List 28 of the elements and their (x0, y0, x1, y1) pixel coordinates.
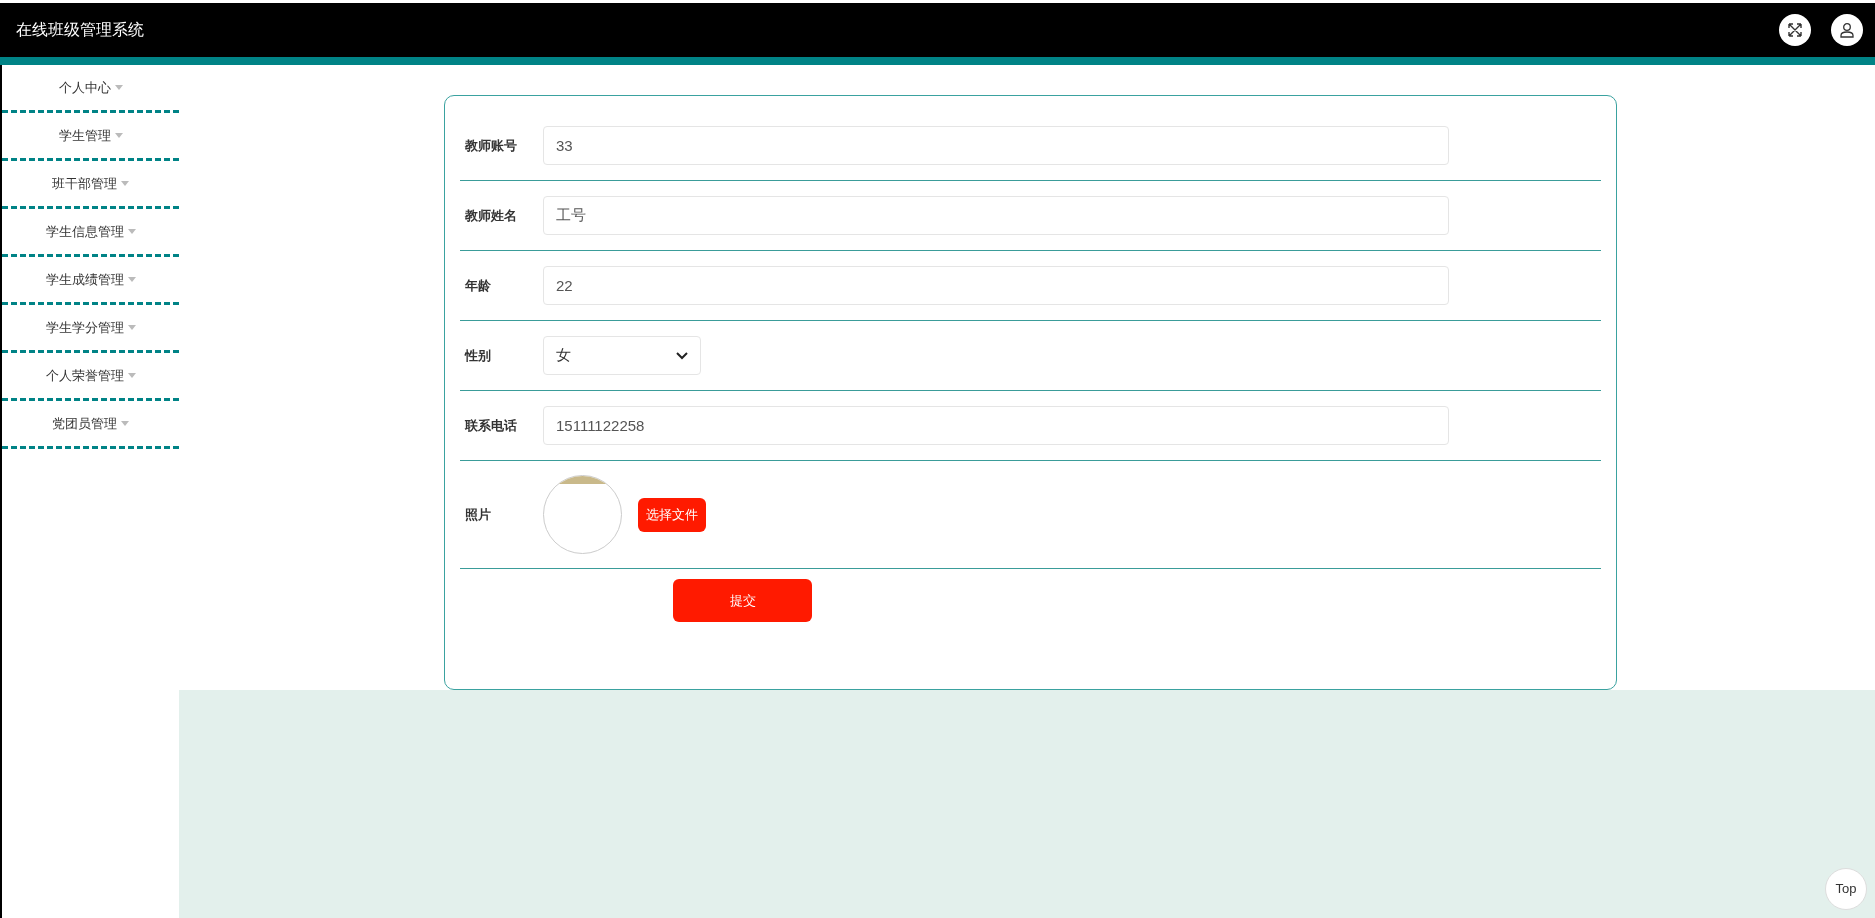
text-field[interactable]: 15111122258 (543, 406, 1449, 445)
user-icon (1839, 22, 1855, 38)
choose-file-button[interactable]: 选择文件 (638, 497, 706, 532)
field-label: 性别 (463, 346, 492, 365)
field-label: 照片 (464, 505, 492, 524)
app-title: 在线班级管理系统 (16, 20, 144, 40)
text-field[interactable]: 工号 (543, 196, 1449, 235)
chevron-down-icon (676, 351, 688, 360)
caret-down-icon (121, 421, 129, 426)
field-label: 年龄 (464, 276, 492, 295)
text-field[interactable]: 22 (543, 266, 1449, 305)
caret-down-icon (127, 277, 136, 282)
caret-down-icon (127, 373, 136, 378)
submit-button[interactable]: 提交 (673, 579, 812, 622)
select-field[interactable]: 女 (543, 336, 701, 375)
fullscreen-button[interactable] (1779, 14, 1811, 46)
caret-down-icon (121, 181, 129, 186)
caret-down-icon (127, 325, 136, 330)
field-label: 教师姓名 (464, 206, 518, 225)
back-to-top-button[interactable]: Top (1825, 868, 1867, 910)
field-label: 联系电话 (464, 416, 518, 435)
caret-down-icon (127, 229, 136, 234)
expand-arrows-icon (1787, 22, 1803, 38)
field-label: 教师账号 (464, 136, 518, 155)
text-field[interactable]: 33 (543, 126, 1449, 165)
caret-down-icon (114, 85, 123, 90)
user-button[interactable] (1831, 14, 1863, 46)
caret-down-icon (114, 133, 123, 138)
